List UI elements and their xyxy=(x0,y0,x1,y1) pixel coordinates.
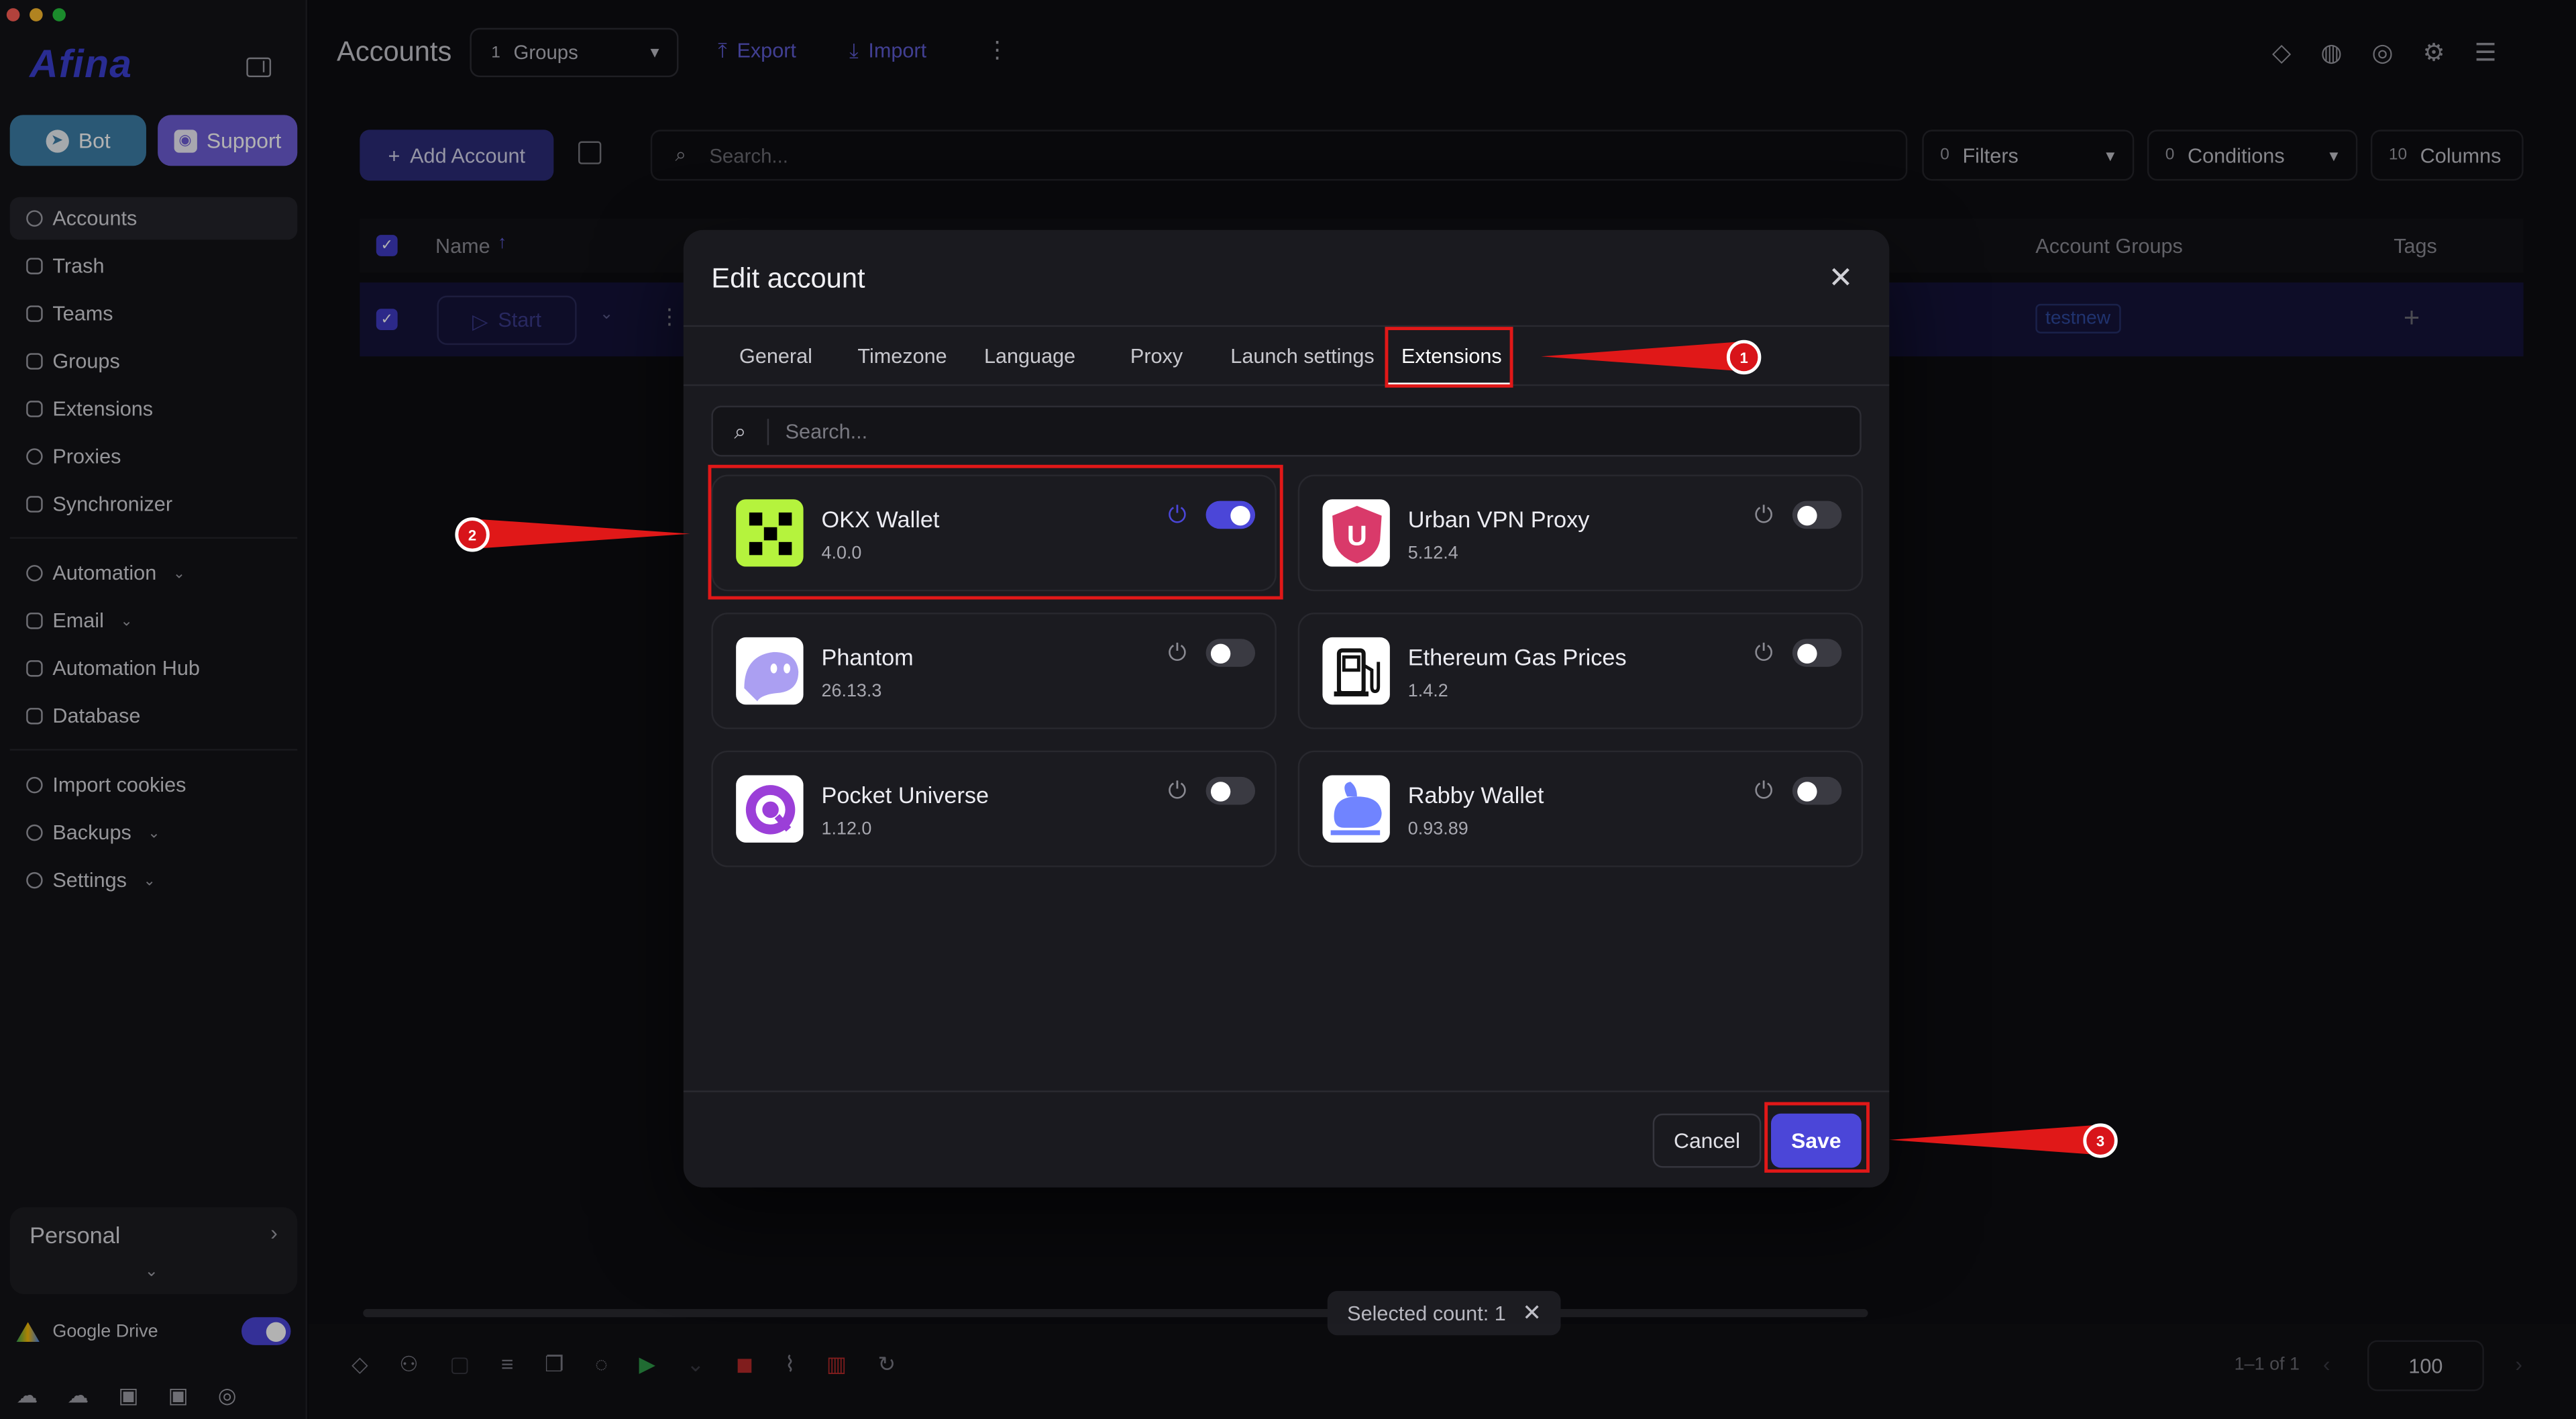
search-icon: ⌕ xyxy=(713,418,769,445)
extensions-search-input[interactable]: ⌕ Search... xyxy=(711,405,1862,457)
highlight-extensions-tab xyxy=(1385,327,1513,388)
step-badge-1: 1 xyxy=(1726,339,1762,375)
extension-name: Rabby Wallet xyxy=(1407,782,1544,808)
extension-name: Pocket Universe xyxy=(821,782,989,808)
extension-name: Phantom xyxy=(821,643,914,670)
extension-name: Urban VPN Proxy xyxy=(1407,505,1590,533)
urban-vpn-logo-icon: U xyxy=(1322,499,1390,567)
selected-count-chip: Selected count: 1 ✕ xyxy=(1327,1291,1561,1336)
extension-name: Ethereum Gas Prices xyxy=(1407,643,1627,670)
power-icon: ⏻ xyxy=(1168,639,1187,666)
extension-toggle[interactable] xyxy=(1205,776,1256,805)
extension-toggle[interactable] xyxy=(1205,639,1256,667)
extension-version: 0.93.89 xyxy=(1407,819,1468,839)
edit-account-dialog: Edit account ✕ General Timezone Language… xyxy=(683,229,1890,1188)
dialog-title: Edit account xyxy=(711,262,865,295)
step-badge-3: 3 xyxy=(2083,1123,2118,1158)
power-icon: ⏻ xyxy=(1754,639,1773,666)
dialog-footer-divider xyxy=(683,1090,1890,1092)
extension-card-urban-vpn[interactable]: U Urban VPN Proxy 5.12.4 ⏻ xyxy=(1297,474,1864,592)
extension-toggle[interactable] xyxy=(1792,501,1842,529)
tab-proxy[interactable]: Proxy xyxy=(1130,345,1183,368)
rabby-logo-icon xyxy=(1322,775,1390,843)
phantom-logo-icon xyxy=(736,637,804,705)
gas-pump-icon xyxy=(1322,637,1390,705)
close-icon[interactable]: ✕ xyxy=(1522,1299,1542,1327)
svg-text:U: U xyxy=(1346,519,1366,551)
cancel-button[interactable]: Cancel xyxy=(1652,1113,1762,1168)
extension-version: 26.13.3 xyxy=(821,681,882,702)
extension-version: 1.12.0 xyxy=(821,819,872,839)
extension-card-phantom[interactable]: Phantom 26.13.3 ⏻ xyxy=(711,613,1277,729)
highlight-save-button xyxy=(1764,1102,1870,1173)
extension-card-ethereum-gas[interactable]: Ethereum Gas Prices 1.4.2 ⏻ xyxy=(1297,613,1864,729)
dialog-tabs: General Timezone Language Proxy Launch s… xyxy=(683,325,1890,386)
power-icon: ⏻ xyxy=(1754,501,1773,527)
extension-version: 5.12.4 xyxy=(1407,543,1458,564)
tab-language[interactable]: Language xyxy=(984,345,1075,368)
selected-count-label: Selected count: 1 xyxy=(1347,1302,1506,1325)
close-icon[interactable]: ✕ xyxy=(1829,261,1854,295)
extension-card-rabby-wallet[interactable]: Rabby Wallet 0.93.89 ⏻ xyxy=(1297,750,1864,868)
search-placeholder: Search... xyxy=(785,419,868,443)
extension-version: 1.4.2 xyxy=(1407,681,1448,702)
power-icon: ⏻ xyxy=(1754,776,1773,804)
extension-card-pocket-universe[interactable]: Pocket Universe 1.12.0 ⏻ xyxy=(711,750,1277,868)
extension-toggle[interactable] xyxy=(1792,776,1842,805)
step-badge-2: 2 xyxy=(455,517,490,552)
tab-timezone[interactable]: Timezone xyxy=(857,345,947,368)
extension-toggle[interactable] xyxy=(1792,639,1842,667)
tab-general[interactable]: General xyxy=(739,345,812,368)
tab-launch-settings[interactable]: Launch settings xyxy=(1230,345,1374,368)
pocket-universe-logo-icon xyxy=(736,775,804,843)
highlight-okx-card xyxy=(708,464,1283,600)
app-window: Afina ➤ Bot ◉ Support Accounts Trash Tea… xyxy=(0,0,2576,1419)
power-icon: ⏻ xyxy=(1168,776,1187,804)
